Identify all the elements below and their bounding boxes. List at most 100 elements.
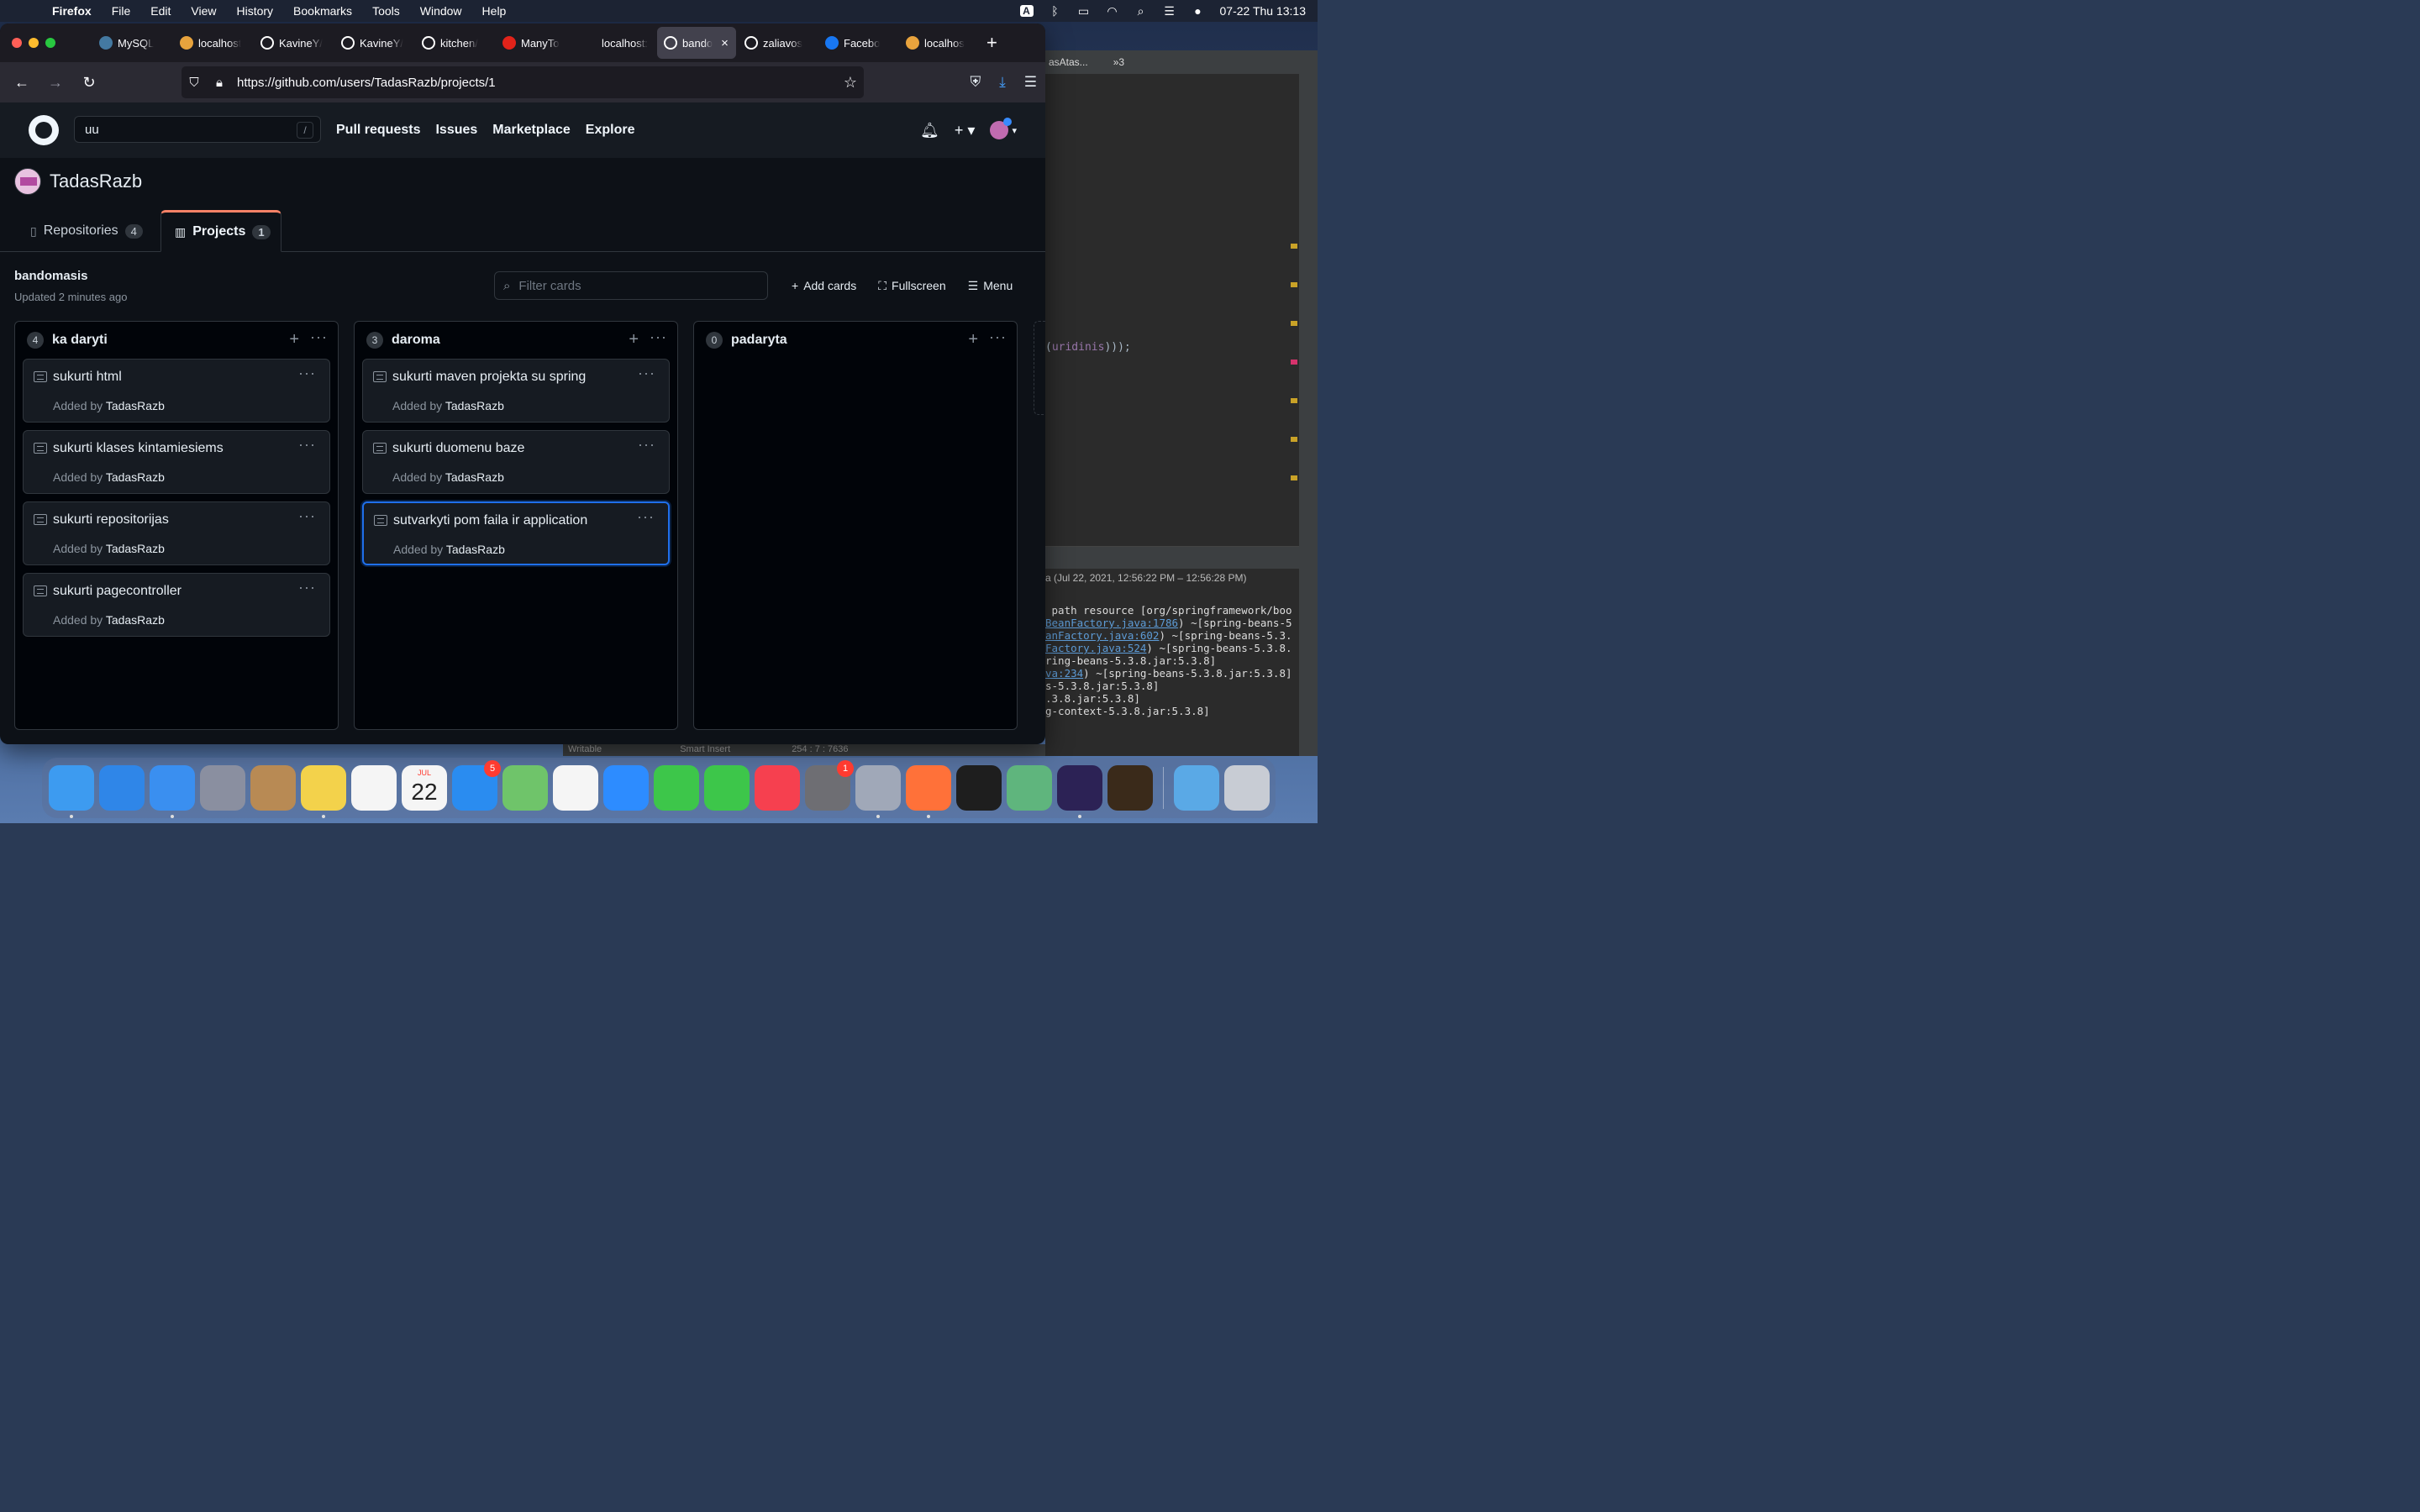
card-author[interactable]: TadasRazb: [106, 613, 165, 627]
card-author[interactable]: TadasRazb: [445, 470, 504, 484]
input-source-icon[interactable]: A: [1019, 5, 1034, 17]
project-title[interactable]: bandomasis: [14, 269, 88, 283]
url-text[interactable]: https://github.com/users/TadasRazb/proje…: [237, 76, 496, 90]
tab-repositories[interactable]: ▯ Repositories 4: [17, 210, 156, 252]
ide-tabs-overflow[interactable]: »3: [1113, 56, 1124, 68]
github-search-value[interactable]: uu: [85, 123, 99, 137]
column-more-icon[interactable]: ···: [650, 328, 667, 346]
browser-tab[interactable]: localhos: [899, 27, 978, 59]
firefox-icon[interactable]: [906, 765, 951, 818]
menu-history[interactable]: History: [236, 4, 273, 18]
reload-icon[interactable]: ↻: [72, 74, 106, 92]
card-author[interactable]: TadasRazb: [106, 399, 165, 412]
spotlight-search-icon[interactable]: ⌕: [1134, 4, 1148, 18]
contacts-icon[interactable]: [250, 765, 296, 811]
safari-icon[interactable]: [99, 765, 145, 811]
card-author[interactable]: TadasRazb: [446, 543, 505, 556]
reminders-icon[interactable]: [351, 765, 397, 811]
zoom-icon[interactable]: [603, 765, 649, 811]
card-more-icon[interactable]: ···: [638, 436, 655, 454]
note-card[interactable]: sukurti html Added by TadasRazb ···: [23, 359, 330, 423]
pocket-icon[interactable]: ⛨: [970, 74, 981, 91]
add-column-placeholder[interactable]: [1034, 321, 1045, 415]
menu-window[interactable]: Window: [420, 4, 462, 18]
column-more-icon[interactable]: ···: [310, 328, 328, 346]
github-logo-icon[interactable]: [29, 115, 59, 145]
bluetooth-icon[interactable]: ᛒ: [1049, 4, 1062, 18]
notes-icon[interactable]: [301, 765, 346, 818]
card-more-icon[interactable]: ···: [298, 436, 316, 454]
browser-tab[interactable]: kitchen/: [415, 27, 494, 59]
add-card-plus-icon[interactable]: +: [629, 330, 639, 349]
lock-icon[interactable]: 🔒︎: [207, 76, 232, 90]
nav-explore[interactable]: Explore: [586, 123, 635, 138]
app-store-icon[interactable]: 5: [452, 760, 501, 811]
browser-tab[interactable]: MySQL: [92, 27, 171, 59]
note-card[interactable]: sukurti repositorijas Added by TadasRazb ·…: [23, 501, 330, 565]
add-cards-button[interactable]: + Add cards: [792, 279, 856, 292]
card-author[interactable]: TadasRazb: [106, 470, 165, 484]
nav-issues[interactable]: Issues: [435, 123, 477, 138]
siri-icon[interactable]: ●: [1192, 4, 1205, 18]
notifications-bell-icon[interactable]: 🔔︎: [920, 122, 939, 139]
zoom-window-button[interactable]: [45, 38, 55, 48]
music-icon[interactable]: [755, 765, 800, 811]
nav-pull-requests[interactable]: Pull requests: [336, 123, 420, 138]
browser-tab[interactable]: KavineY/: [254, 27, 333, 59]
close-window-button[interactable]: [12, 38, 22, 48]
profile-username[interactable]: TadasRazb: [50, 171, 142, 192]
photos-icon[interactable]: [553, 765, 598, 811]
menu-edit[interactable]: Edit: [150, 4, 171, 18]
menu-app-name[interactable]: Firefox: [52, 4, 92, 18]
browser-tab[interactable]: zaliavos: [738, 27, 817, 59]
menu-clock[interactable]: 07-22 Thu 13:13: [1220, 4, 1307, 18]
profile-avatar[interactable]: [14, 168, 41, 195]
browser-tab[interactable]: KavineY/: [334, 27, 413, 59]
menu-file[interactable]: File: [112, 4, 131, 18]
card-more-icon[interactable]: ···: [298, 579, 316, 596]
browser-tab[interactable]: Facebo: [818, 27, 897, 59]
address-bar[interactable]: ⛉ 🔒︎ https://github.com/users/TadasRazb/…: [182, 66, 864, 98]
add-card-plus-icon[interactable]: +: [289, 330, 299, 349]
close-tab-icon[interactable]: ×: [721, 36, 729, 50]
downloads-folder-icon[interactable]: [1174, 765, 1219, 811]
fullscreen-button[interactable]: ⛶ Fullscreen: [878, 279, 945, 293]
ide-console-toolbar[interactable]: [1045, 547, 1318, 569]
browser-tab[interactable]: localhost: [173, 27, 252, 59]
bookmark-star-icon[interactable]: ☆: [844, 74, 857, 92]
card-more-icon[interactable]: ···: [298, 507, 316, 525]
mail-icon[interactable]: [150, 765, 195, 818]
user-menu[interactable]: ▾: [990, 118, 1017, 139]
browser-tab[interactable]: bando ×: [657, 27, 736, 59]
avatar[interactable]: [990, 118, 1013, 139]
eclipse-icon[interactable]: [1057, 765, 1102, 818]
card-author[interactable]: TadasRazb: [445, 399, 504, 412]
note-card[interactable]: sukurti pagecontroller Added by TadasRazb…: [23, 573, 330, 637]
facetime-icon[interactable]: [654, 765, 699, 811]
column-more-icon[interactable]: ···: [989, 328, 1007, 346]
github-search-input[interactable]: uu /: [74, 116, 321, 143]
card-more-icon[interactable]: ···: [298, 365, 316, 382]
card-more-icon[interactable]: ···: [637, 508, 655, 526]
downloads-icon[interactable]: ⤓: [999, 74, 1006, 91]
filter-cards-input[interactable]: ⌕ Filter cards: [494, 271, 768, 300]
new-tab-icon[interactable]: +: [978, 32, 997, 54]
wifi-icon[interactable]: ◠: [1106, 4, 1119, 18]
menu-button[interactable]: ☰ Menu: [968, 279, 1013, 293]
back-icon[interactable]: ←: [5, 74, 39, 92]
forward-icon[interactable]: →: [39, 74, 72, 92]
nav-marketplace[interactable]: Marketplace: [492, 123, 571, 138]
control-center-icon[interactable]: ☰: [1163, 4, 1176, 18]
messages-icon[interactable]: [704, 765, 750, 811]
battery-icon[interactable]: ▭: [1077, 4, 1091, 18]
trash-icon[interactable]: [1224, 765, 1270, 811]
utility-icon[interactable]: [855, 765, 901, 818]
menu-help[interactable]: Help: [482, 4, 507, 18]
card-author[interactable]: TadasRazb: [106, 542, 165, 555]
note-card[interactable]: sukurti duomenu baze Added by TadasRazb ··…: [362, 430, 670, 494]
hamburger-menu-icon[interactable]: ☰: [1024, 74, 1037, 91]
minimize-window-button[interactable]: [29, 38, 39, 48]
create-new-plus-icon[interactable]: + ▾: [955, 122, 976, 139]
menu-bookmarks[interactable]: Bookmarks: [293, 4, 352, 18]
browser-tab[interactable]: localhost:80: [576, 27, 655, 59]
